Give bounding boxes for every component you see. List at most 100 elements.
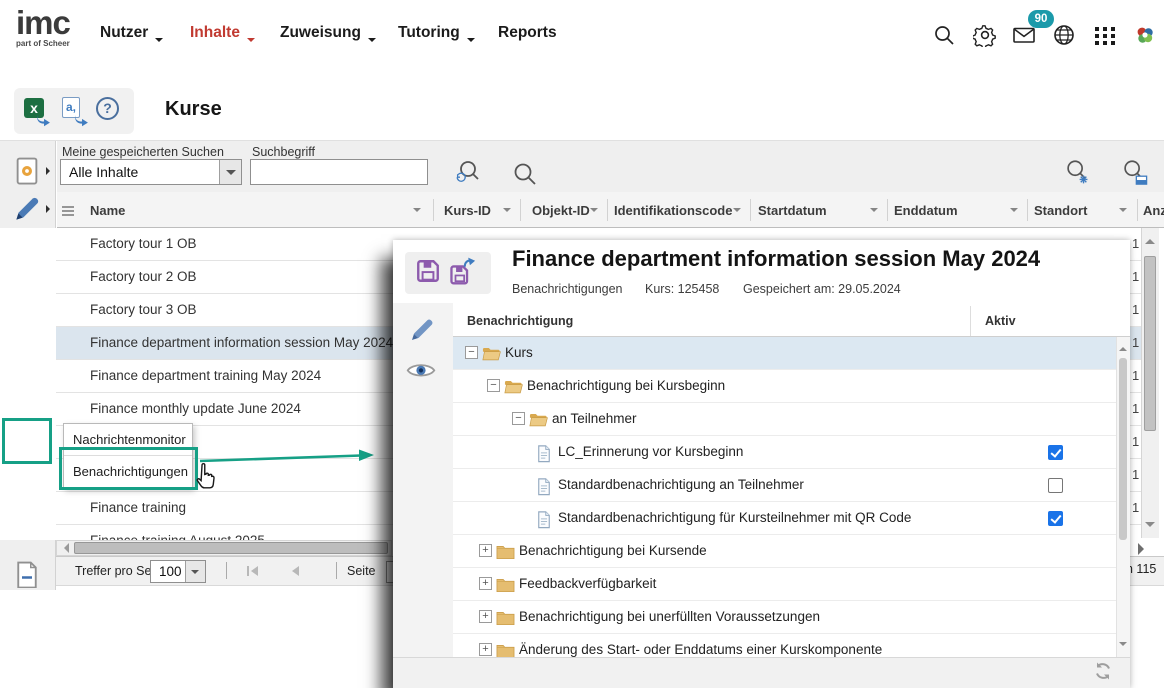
scroll-up-icon[interactable] (1145, 234, 1155, 244)
search-icon[interactable] (511, 160, 539, 188)
expand-icon[interactable]: + (479, 577, 492, 590)
preview-eye-icon[interactable] (406, 360, 436, 381)
scroll-down-icon[interactable] (1119, 642, 1127, 650)
collapse-icon[interactable]: − (487, 379, 500, 392)
refresh-icon[interactable] (1093, 661, 1113, 681)
notification-tree: − Kurs − Benachrichtigung bei Kursbeginn… (453, 337, 1116, 657)
aktiv-column-header: Aktiv (985, 314, 1016, 328)
search-save-icon[interactable] (1120, 158, 1148, 186)
globe-icon[interactable] (1052, 23, 1076, 47)
tree-row[interactable]: − Benachrichtigung bei Kursbeginn (453, 370, 1116, 403)
scroll-left-icon[interactable] (59, 543, 69, 553)
app-logo-icon[interactable] (1133, 23, 1157, 47)
folder-icon (496, 577, 515, 592)
scrollbar-thumb[interactable] (74, 542, 388, 554)
search-term-input[interactable] (250, 159, 428, 185)
filter-caret-icon[interactable] (733, 208, 741, 216)
scrollbar-thumb[interactable] (1144, 256, 1156, 431)
export-arrow-icon (36, 114, 51, 127)
document-icon (537, 445, 551, 460)
chevron-down-icon (155, 38, 163, 46)
expand-icon[interactable]: + (479, 643, 492, 656)
chevron-down-icon[interactable] (185, 561, 205, 582)
column-header-identifikationscode[interactable]: Identifikationscode (614, 203, 732, 218)
filter-caret-icon[interactable] (590, 208, 598, 216)
filter-caret-icon[interactable] (870, 208, 878, 216)
dialog-footer (393, 657, 1130, 688)
search-reset-icon[interactable] (455, 159, 483, 187)
edit-icon[interactable] (12, 194, 42, 224)
tree-row[interactable]: Standardbenachrichtigung an Teilnehmer (453, 469, 1116, 502)
separator (520, 199, 521, 221)
expand-icon[interactable]: + (479, 610, 492, 623)
tree-row[interactable]: + Feedbackverfügbarkeit (453, 568, 1116, 601)
dialog-course-id: Kurs: 125458 (645, 282, 719, 296)
filter-caret-icon[interactable] (413, 208, 421, 216)
menu-reports[interactable]: Reports (498, 24, 557, 42)
scroll-up-icon[interactable] (1119, 343, 1127, 351)
table-menu-icon[interactable] (61, 205, 75, 217)
first-page-icon[interactable] (246, 565, 260, 577)
search-settings-icon[interactable] (1063, 158, 1091, 186)
folder-open-icon (504, 379, 523, 394)
dialog-breadcrumb: Benachrichtigungen (512, 282, 623, 296)
collapse-icon[interactable]: − (465, 346, 478, 359)
aktiv-checkbox[interactable] (1048, 511, 1063, 526)
chevron-down-icon (247, 38, 255, 46)
document-icon[interactable] (12, 560, 42, 588)
folder-open-icon (482, 346, 501, 361)
tree-row[interactable]: + Änderung des Start- oder Enddatums ein… (453, 634, 1116, 657)
scroll-right-icon[interactable] (1138, 543, 1150, 555)
imc-logo[interactable]: imc part of Scheer (16, 8, 70, 48)
submenu-arrow-icon (46, 167, 54, 175)
menu-nutzer[interactable]: Nutzer (100, 24, 163, 42)
dialog-title: Finance department information session M… (512, 246, 1040, 272)
saved-search-label: Meine gespeicherten Suchen (62, 145, 224, 159)
menu-tutoring[interactable]: Tutoring (398, 24, 475, 42)
tree-row[interactable]: LC_Erinnerung vor Kursbeginn (453, 436, 1116, 469)
new-object-icon[interactable] (12, 156, 42, 186)
collapse-icon[interactable]: − (512, 412, 525, 425)
previous-page-icon[interactable] (290, 565, 300, 577)
apps-grid-icon[interactable] (1093, 23, 1117, 47)
column-header-objekt-id[interactable]: Objekt-ID (532, 203, 590, 218)
menu-inhalte[interactable]: Inhalte (190, 24, 255, 42)
save-and-exit-icon[interactable] (448, 257, 478, 285)
column-header-startdatum[interactable]: Startdatum (758, 203, 827, 218)
filter-caret-icon[interactable] (1010, 208, 1018, 216)
gear-icon[interactable] (973, 23, 997, 47)
folder-icon (496, 610, 515, 625)
menu-item-nachrichtenmonitor[interactable]: Nachrichtenmonitor (64, 424, 192, 456)
tree-row[interactable]: − Kurs (453, 337, 1116, 370)
column-header-enddatum[interactable]: Enddatum (894, 203, 958, 218)
chevron-down-icon (368, 38, 376, 46)
column-header-name[interactable]: Name (90, 203, 125, 218)
dialog-saved-date: Gespeichert am: 29.05.2024 (743, 282, 901, 296)
per-page-select[interactable]: 100 (150, 560, 206, 583)
scrollbar-thumb[interactable] (1119, 358, 1127, 540)
context-menu: Nachrichtenmonitor Benachrichtigungen (63, 423, 193, 488)
column-header-anzahl[interactable]: Anz (1143, 203, 1164, 218)
tree-row[interactable]: + Benachrichtigung bei unerfüllten Vorau… (453, 601, 1116, 634)
menu-item-benachrichtigungen[interactable]: Benachrichtigungen (64, 456, 192, 488)
tree-row[interactable]: + Benachrichtigung bei Kursende (453, 535, 1116, 568)
search-term-label: Suchbegriff (252, 145, 315, 159)
tree-row[interactable]: − an Teilnehmer (453, 403, 1116, 436)
filter-caret-icon[interactable] (503, 208, 511, 216)
saved-search-select[interactable]: Alle Inhalte (60, 159, 242, 185)
help-icon[interactable]: ? (96, 97, 119, 120)
aktiv-checkbox[interactable] (1048, 478, 1063, 493)
filter-caret-icon[interactable] (1119, 208, 1127, 216)
aktiv-checkbox[interactable] (1048, 445, 1063, 460)
chevron-down-icon[interactable] (219, 160, 241, 184)
tree-row[interactable]: Standardbenachrichtigung für Kursteilneh… (453, 502, 1116, 535)
edit-icon[interactable] (408, 316, 436, 344)
search-icon[interactable] (932, 23, 956, 47)
save-icon[interactable] (415, 258, 441, 284)
menu-zuweisung[interactable]: Zuweisung (280, 24, 376, 42)
column-header-kurs-id[interactable]: Kurs-ID (444, 203, 491, 218)
chevron-down-icon (467, 38, 475, 46)
scroll-down-icon[interactable] (1145, 522, 1155, 532)
expand-icon[interactable]: + (479, 544, 492, 557)
column-header-standort[interactable]: Standort (1034, 203, 1087, 218)
